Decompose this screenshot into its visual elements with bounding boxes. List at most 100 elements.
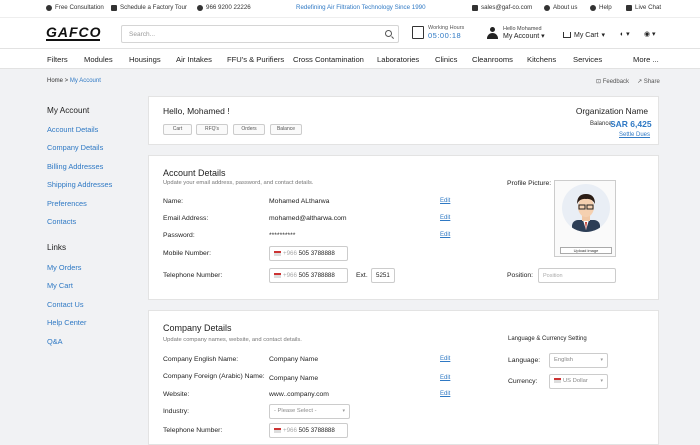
free-consultation-link[interactable]: Free Consultation	[46, 4, 104, 11]
share-link[interactable]: ↗ Share	[637, 78, 660, 85]
nav-item[interactable]: FFU's & Purifiers	[227, 55, 284, 64]
email-link[interactable]: sales@gaf-co.com	[472, 4, 532, 11]
nav-item[interactable]: Kitchens	[527, 55, 556, 64]
cart-button[interactable]: Cart	[163, 124, 192, 135]
sidebar-item-contacts[interactable]: Contacts	[47, 217, 76, 226]
email-value: mohamed@altharwa.com	[269, 215, 347, 222]
position-input[interactable]: Position	[538, 268, 616, 283]
calendar-icon	[111, 4, 117, 11]
sidebar-item-contact-us[interactable]: Contact Us	[47, 300, 84, 309]
breadcrumb-current[interactable]: My Account	[70, 78, 101, 84]
page-actions: ⊡ Feedback ↗ Share	[596, 78, 660, 85]
edit-password-link[interactable]: Edit	[440, 232, 450, 238]
top-bar: Free Consultation Schedule a Factory Tou…	[0, 0, 700, 17]
flag-icon	[274, 272, 281, 278]
telephone-number-field[interactable]: +966 505 3788888	[269, 268, 348, 283]
logo[interactable]: GAFCO	[46, 24, 102, 41]
cart-icon	[563, 32, 571, 38]
extension-field[interactable]: 5251	[371, 268, 395, 283]
chevron-down-icon: ▾	[342, 408, 345, 414]
section-title: Account Details	[163, 168, 226, 178]
calendar-icon	[412, 26, 424, 39]
search-icon[interactable]	[385, 30, 392, 37]
edit-name-link[interactable]: Edit	[440, 198, 450, 204]
chat-icon	[626, 4, 632, 11]
phone-icon	[197, 4, 203, 11]
industry-select[interactable]: - Please Select - ▾	[269, 404, 350, 419]
cart-menu[interactable]: My Cart ▾	[563, 31, 605, 39]
consultation-icon	[46, 4, 52, 11]
company-arabic-name: Company Name	[269, 375, 319, 382]
profile-picture: Upload image	[554, 180, 616, 257]
chevron-down-icon: ▾	[601, 32, 606, 39]
region-menu[interactable]: ◐ ▾	[620, 30, 630, 38]
settle-dues-link[interactable]: Settle Dues	[619, 132, 650, 138]
currency-select[interactable]: US Dollar ▾	[549, 374, 608, 389]
help-link[interactable]: Help	[590, 4, 612, 11]
breadcrumb: Home > My Account	[47, 78, 101, 84]
organization-name: Organization Name	[575, 106, 648, 116]
nav-item[interactable]: Housings	[129, 55, 161, 64]
nav-item[interactable]: More ...	[633, 55, 659, 64]
user-icon	[487, 27, 498, 39]
section-subtitle: Update company names, website, and conta…	[163, 337, 302, 343]
balance-button[interactable]: Balance	[270, 124, 302, 135]
upload-image-button[interactable]: Upload image	[560, 247, 612, 254]
sidebar-heading-links: Links	[47, 243, 67, 252]
orders-button[interactable]: Orders	[233, 124, 265, 135]
schedule-tour-link[interactable]: Schedule a Factory Tour	[111, 4, 187, 11]
account-menu[interactable]: Hello Mohamed My Account ▾	[487, 26, 545, 40]
about-link[interactable]: About us	[544, 4, 577, 11]
chevron-down-icon: ▾	[600, 357, 603, 363]
sidebar-item-company-details[interactable]: Company Details	[47, 143, 103, 152]
balance-value: SAR 6,425	[610, 119, 652, 129]
nav-item[interactable]: Laboratories	[377, 55, 419, 64]
section-subtitle: Update your email address, password, and…	[163, 180, 314, 186]
nav-item[interactable]: Services	[573, 55, 602, 64]
account-details-card: Account Details Update your email addres…	[148, 155, 659, 300]
search-input[interactable]: Search...	[121, 25, 399, 43]
nav-item[interactable]: Modules	[84, 55, 113, 64]
edit-email-link[interactable]: Edit	[440, 215, 450, 221]
sidebar-item-help-center[interactable]: Help Center	[47, 318, 86, 327]
section-title: Company Details	[163, 323, 232, 333]
breadcrumb-home[interactable]: Home	[47, 78, 63, 84]
category-nav: Filters Modules Housings Air Intakes FFU…	[0, 49, 700, 69]
edit-website-link[interactable]: Edit	[440, 391, 450, 397]
flag-icon	[554, 378, 561, 383]
mail-icon	[472, 4, 478, 11]
settings-menu[interactable]: ◉ ▾	[644, 30, 656, 38]
edit-english-name-link[interactable]: Edit	[440, 356, 450, 362]
sidebar-item-cart[interactable]: My Cart	[47, 281, 73, 290]
summary-card: Hello, Mohamed ! Cart RFQ's Orders Balan…	[148, 96, 659, 145]
edit-arabic-name-link[interactable]: Edit	[440, 375, 450, 381]
flag-icon	[274, 250, 281, 256]
company-telephone-field[interactable]: +966 505 3788888	[269, 423, 348, 438]
sidebar-item-orders[interactable]: My Orders	[47, 263, 82, 272]
nav-item[interactable]: Filters	[47, 55, 68, 64]
sidebar-item-account-details[interactable]: Account Details	[47, 125, 98, 134]
flag-icon	[274, 427, 281, 433]
company-details-card: Company Details Update company names, we…	[148, 310, 659, 445]
password-value: **********	[269, 232, 296, 239]
nav-item[interactable]: Air Intakes	[176, 55, 212, 64]
sidebar-item-shipping[interactable]: Shipping Addresses	[47, 180, 112, 189]
language-select[interactable]: English ▾	[549, 353, 608, 368]
nav-item[interactable]: Cross Contamination	[293, 55, 364, 64]
sidebar-heading-account: My Account	[47, 106, 90, 115]
name-value: Mohamed ALtharwa	[269, 198, 330, 205]
nav-item[interactable]: Clinics	[435, 55, 457, 64]
feedback-link[interactable]: ⊡ Feedback	[596, 78, 629, 85]
nav-item[interactable]: Cleanrooms	[472, 55, 513, 64]
help-icon	[590, 4, 596, 11]
mobile-number-field[interactable]: +966 505 3788888	[269, 246, 348, 261]
phone-link[interactable]: 966 9200 22226	[197, 4, 251, 11]
company-english-name: Company Name	[269, 356, 319, 363]
sidebar-item-qa[interactable]: Q&A	[47, 337, 63, 346]
chevron-down-icon: ▾	[541, 33, 545, 40]
live-chat-link[interactable]: Live Chat	[626, 4, 661, 11]
sidebar-item-billing[interactable]: Billing Addresses	[47, 162, 103, 171]
rfq-button[interactable]: RFQ's	[196, 124, 228, 135]
sidebar-item-preferences[interactable]: Preferences	[47, 199, 87, 208]
chevron-down-icon: ▾	[600, 378, 603, 384]
